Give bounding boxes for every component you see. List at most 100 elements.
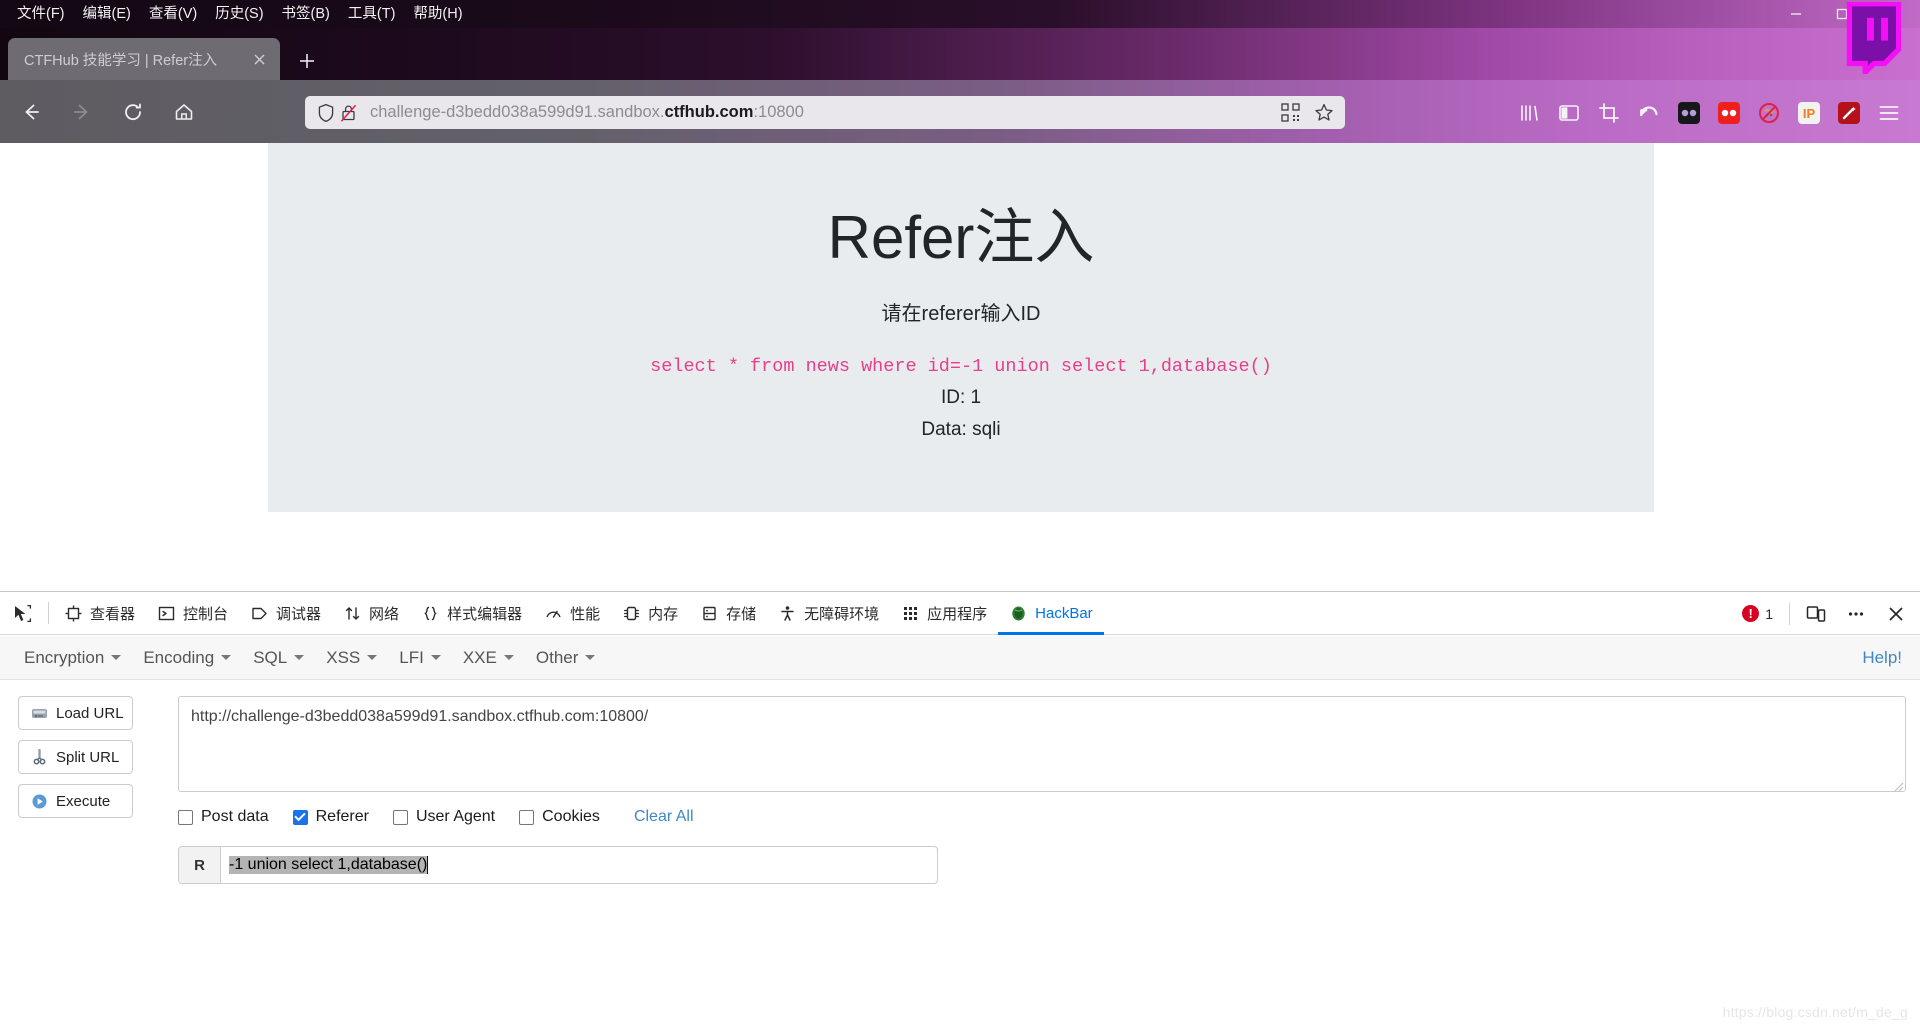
- checkbox-box[interactable]: [292, 809, 308, 825]
- devtools-tab-label: HackBar: [1035, 604, 1093, 622]
- split-url-button[interactable]: Split URL: [18, 740, 133, 774]
- page-subtitle: 请在referer输入ID: [881, 303, 1041, 325]
- more-options-icon[interactable]: [1838, 596, 1874, 632]
- minimize-button[interactable]: [1774, 0, 1818, 28]
- devtools-tab-network[interactable]: 网络: [332, 592, 410, 635]
- hackbar-menu-lfi[interactable]: LFI: [389, 643, 451, 673]
- clear-all-link[interactable]: Clear All: [634, 808, 694, 826]
- result-id-line: ID: 1: [940, 387, 982, 408]
- back-button[interactable]: [11, 92, 51, 132]
- checkbox-box[interactable]: [519, 809, 535, 825]
- result-data-line: Data: sqli: [921, 419, 1001, 440]
- execute-button[interactable]: Execute: [18, 784, 133, 818]
- devtools-tab-inspector[interactable]: 查看器: [53, 592, 146, 635]
- menu-item-file[interactable]: 文件(F): [8, 3, 74, 25]
- checkbox-post-data[interactable]: Post data: [178, 808, 269, 826]
- page-viewport: Refer注入 请在referer输入ID select * from news…: [0, 143, 1920, 591]
- hackbar-menu-encoding[interactable]: Encoding: [133, 643, 241, 673]
- no-cookie-extension-icon[interactable]: [1750, 96, 1788, 130]
- devtools-tab-storage[interactable]: 存储: [689, 592, 767, 635]
- bookmark-star-icon[interactable]: [1313, 102, 1335, 124]
- reload-button[interactable]: [113, 92, 153, 132]
- menu-bar: 文件(F) 编辑(E) 查看(V) 历史(S) 书签(B) 工具(T) 帮助(H…: [0, 0, 1920, 28]
- toolbar-divider: [48, 602, 49, 624]
- load-url-button[interactable]: Load URL: [18, 696, 133, 730]
- checkbox-label: User Agent: [415, 808, 496, 825]
- jumbotron: Refer注入 请在referer输入ID select * from news…: [268, 143, 1654, 512]
- tab-close-icon[interactable]: [246, 46, 272, 72]
- url-text[interactable]: challenge-d3bedd038a599d91.sandbox.ctfhu…: [370, 103, 1279, 122]
- shield-icon[interactable]: [315, 102, 337, 124]
- home-button[interactable]: [164, 92, 204, 132]
- dark-reader-extension-icon[interactable]: [1670, 96, 1708, 130]
- close-devtools-icon[interactable]: [1878, 596, 1914, 632]
- library-icon[interactable]: [1510, 96, 1548, 130]
- sql-query-text: select * from news where id=-1 union sel…: [650, 356, 1272, 377]
- devtools-tab-application[interactable]: 应用程序: [890, 592, 998, 635]
- lock-disabled-icon[interactable]: [337, 102, 359, 124]
- devtools-tab-label: 调试器: [276, 605, 322, 623]
- storage-icon: [700, 604, 719, 623]
- hackbar-menu-xss[interactable]: XSS: [316, 643, 387, 673]
- magic-wand-extension-icon[interactable]: [1830, 96, 1868, 130]
- chevron-down-icon: [503, 655, 514, 660]
- devtools-tab-performance[interactable]: 性能: [533, 592, 611, 635]
- devtools-right-controls: ! 1: [1734, 592, 1914, 635]
- new-tab-button[interactable]: [292, 46, 322, 76]
- referer-prefix-label: R: [179, 847, 221, 883]
- checkbox-box[interactable]: [178, 809, 193, 825]
- checkbox-referer[interactable]: Referer: [292, 808, 369, 826]
- sidebar-icon[interactable]: [1550, 96, 1588, 130]
- hamburger-menu-icon[interactable]: [1870, 96, 1908, 130]
- browser-chrome: 文件(F) 编辑(E) 查看(V) 历史(S) 书签(B) 工具(T) 帮助(H…: [0, 0, 1920, 143]
- url-bar[interactable]: challenge-d3bedd038a599d91.sandbox.ctfhu…: [305, 96, 1345, 129]
- hackbar-menu-other[interactable]: Other: [526, 643, 606, 673]
- devtools-tab-accessibility[interactable]: 无障碍环境: [767, 592, 890, 635]
- devtools-tab-console[interactable]: 控制台: [146, 592, 239, 635]
- error-count-badge[interactable]: ! 1: [1734, 605, 1781, 622]
- hackbar-help-link[interactable]: Help!: [1862, 648, 1902, 668]
- responsive-design-mode-icon[interactable]: [1798, 596, 1834, 632]
- twitch-logo-overlay: [1846, 2, 1902, 74]
- menu-item-tools[interactable]: 工具(T): [339, 3, 405, 25]
- hackbar-menu-encryption[interactable]: Encryption: [14, 643, 131, 673]
- devtools-tab-label: 控制台: [183, 605, 229, 623]
- hackbar-menu-sql[interactable]: SQL: [243, 643, 314, 673]
- devtools-tab-label: 网络: [369, 605, 400, 623]
- hackbar-url-textarea[interactable]: [178, 696, 1906, 792]
- red-extension-icon[interactable]: [1710, 96, 1748, 130]
- hackbar-referer-row: R -1 union select 1,database(): [178, 846, 938, 884]
- console-icon: [157, 604, 176, 623]
- menu-item-view[interactable]: 查看(V): [140, 3, 206, 25]
- menu-item-bookmarks[interactable]: 书签(B): [273, 3, 339, 25]
- accessibility-icon: [778, 604, 797, 623]
- devtools-tab-hackbar[interactable]: HackBar: [998, 592, 1104, 635]
- menu-item-edit[interactable]: 编辑(E): [74, 3, 140, 25]
- checkbox-cookies[interactable]: Cookies: [519, 808, 600, 826]
- hackbar-menu-xxe[interactable]: XXE: [453, 643, 524, 673]
- menu-label: Other: [535, 647, 579, 667]
- chevron-down-icon: [294, 655, 305, 660]
- browser-tab-active[interactable]: CTFHub 技能学习 | Refer注入: [8, 38, 280, 80]
- devtools-tab-style-editor[interactable]: 样式编辑器: [410, 592, 533, 635]
- chevron-down-icon: [585, 655, 596, 660]
- devtools-tab-debugger[interactable]: 调试器: [239, 592, 332, 635]
- hackbar-body: Load URL Split URL Execute http://challe…: [0, 680, 1920, 884]
- menu-item-history[interactable]: 历史(S): [206, 3, 272, 25]
- checkbox-box[interactable]: [392, 809, 408, 825]
- watermark: https://blog.csdn.net/m_de_g: [1722, 1004, 1908, 1020]
- devtools-tab-memory[interactable]: 内存: [611, 592, 689, 635]
- ip-extension-icon[interactable]: IP: [1790, 96, 1828, 130]
- referer-input[interactable]: -1 union select 1,database(): [221, 847, 937, 883]
- devtools-tabbar: 查看器 控制台 调试器 网络 样式编辑器 性能 内存 存储 无障碍环境 应用程序…: [0, 592, 1920, 635]
- devtools-tab-label: 查看器: [90, 605, 136, 623]
- crop-screenshot-icon[interactable]: [1590, 96, 1628, 130]
- tab-strip: CTFHub 技能学习 | Refer注入: [0, 28, 1920, 80]
- checkbox-user-agent[interactable]: User Agent: [392, 808, 496, 826]
- menu-item-help[interactable]: 帮助(H): [404, 3, 471, 25]
- style-editor-icon: [421, 604, 440, 623]
- menu-label: XSS: [326, 647, 361, 667]
- undo-arrow-icon[interactable]: [1630, 96, 1668, 130]
- qr-code-icon[interactable]: [1279, 102, 1301, 124]
- element-picker-icon[interactable]: [0, 592, 44, 635]
